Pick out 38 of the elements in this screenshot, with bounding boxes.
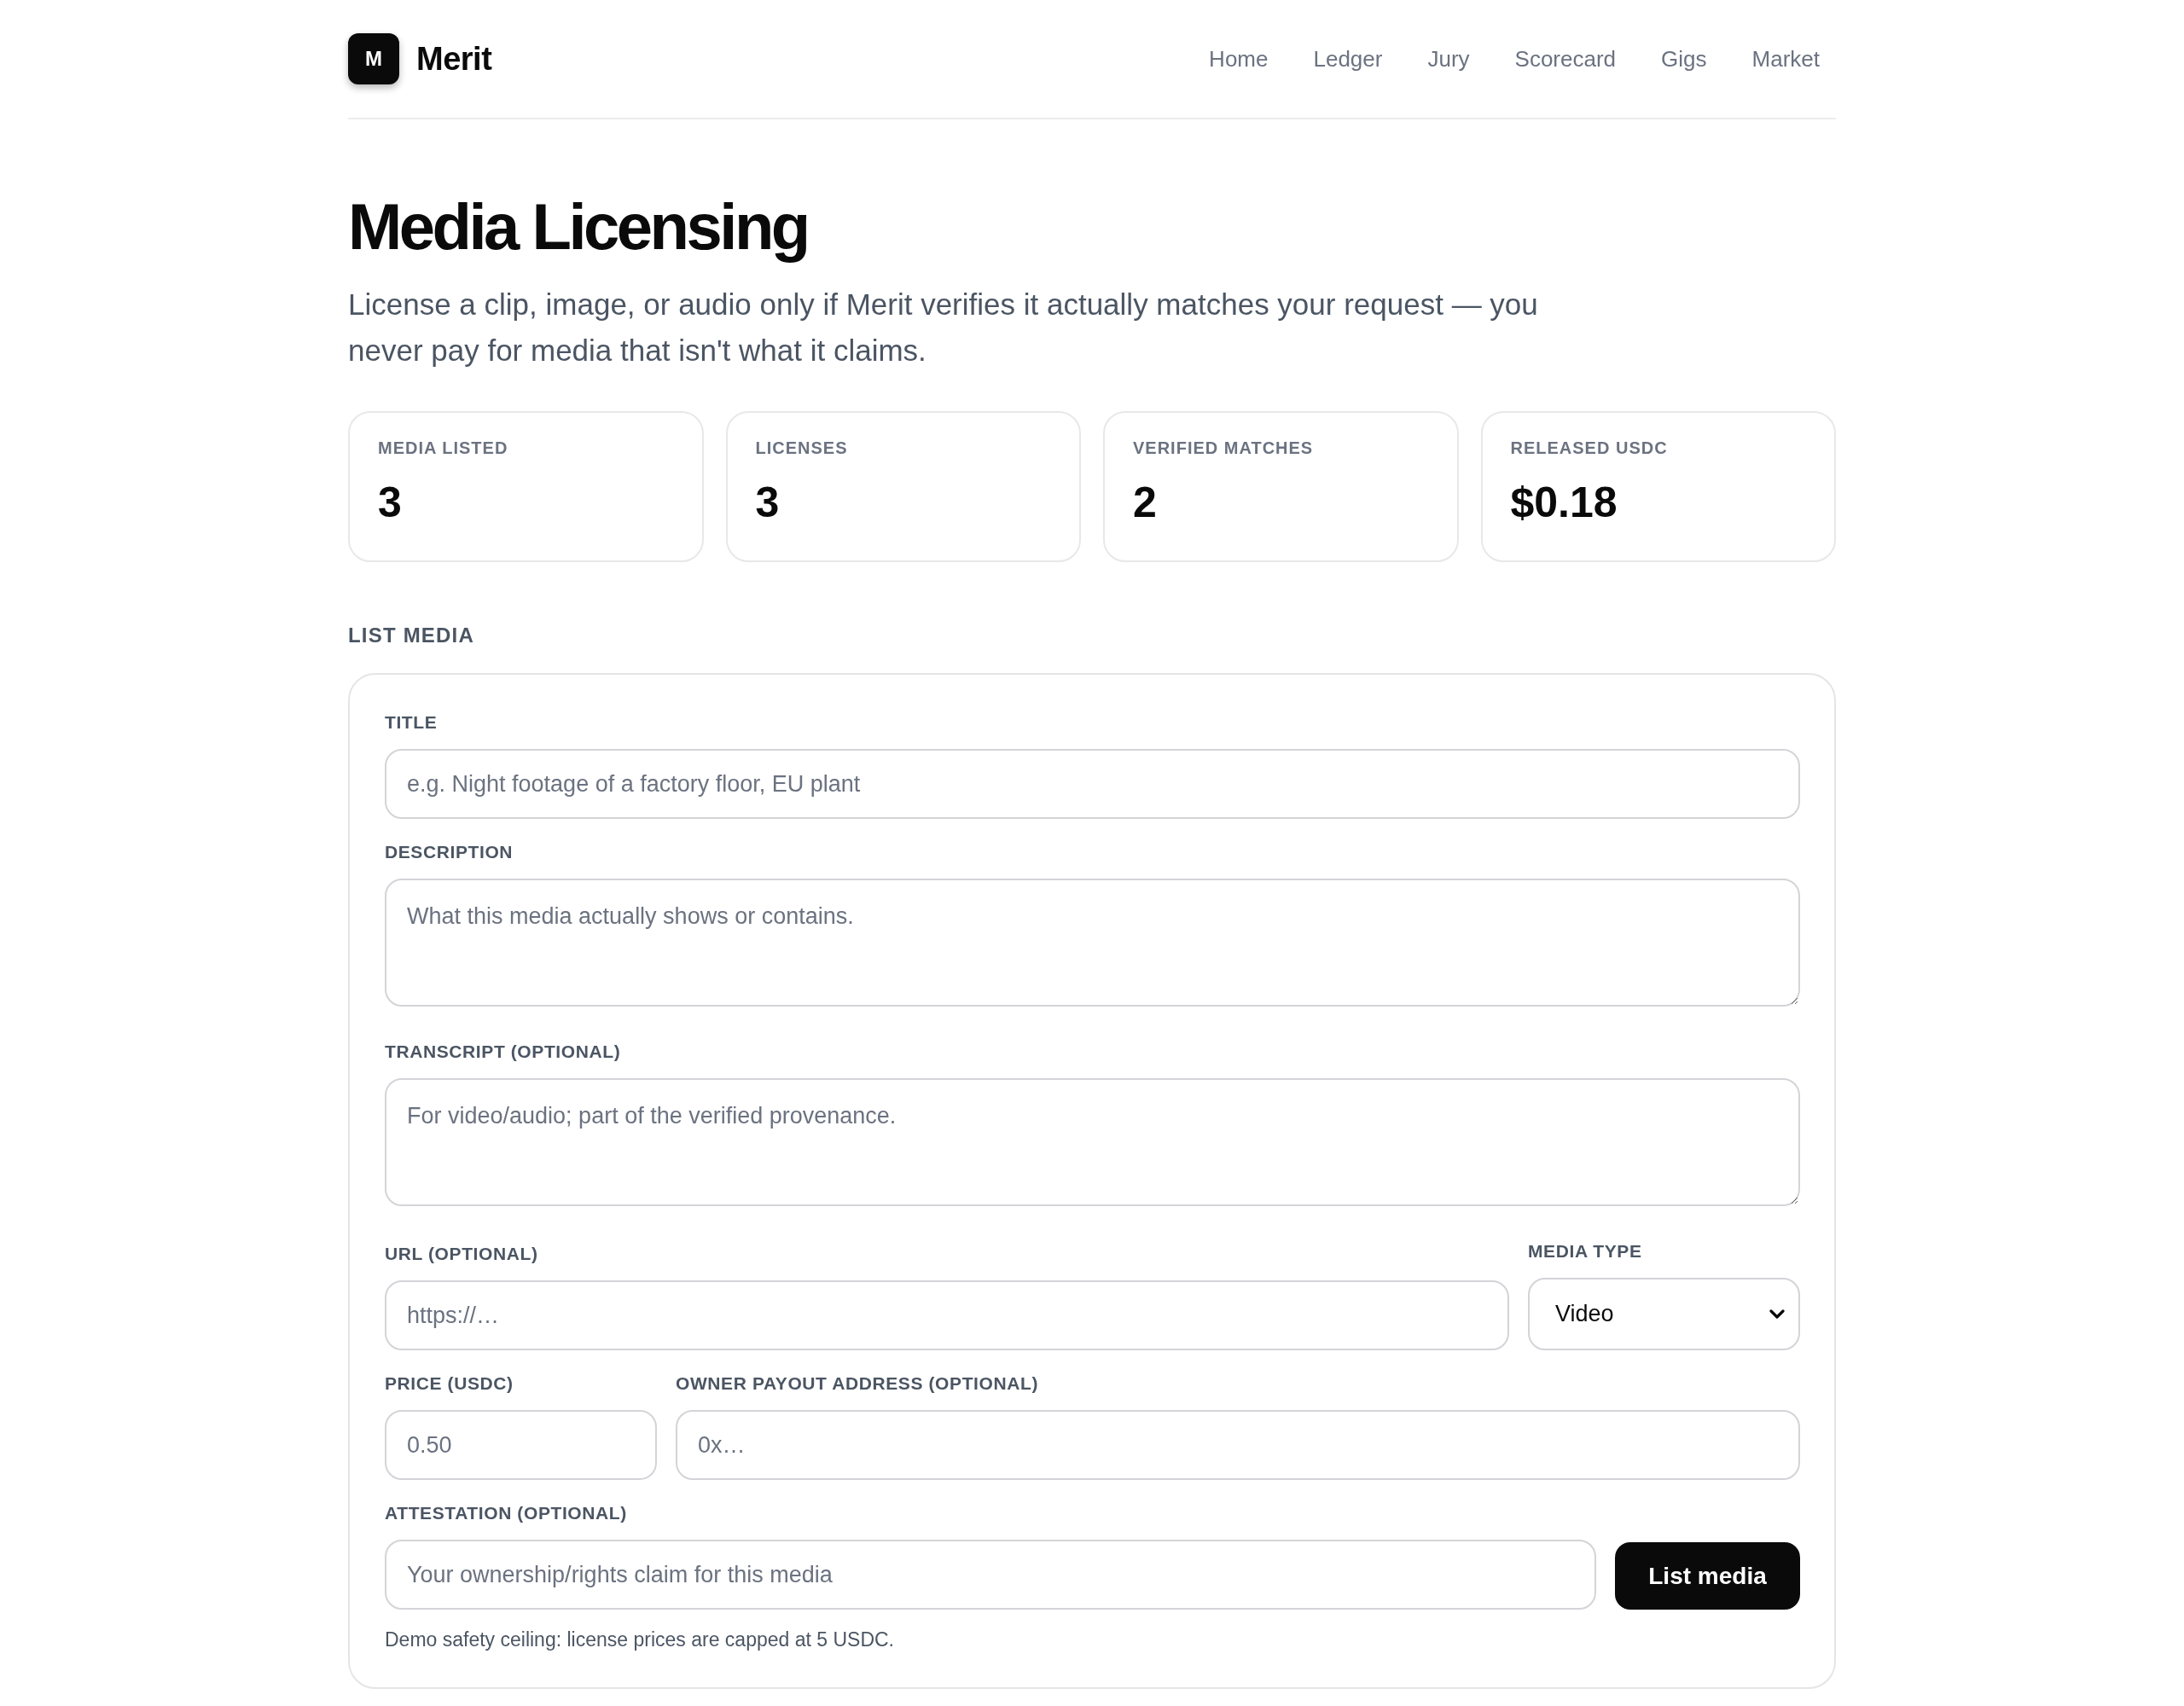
field-label: DESCRIPTION — [385, 841, 514, 863]
field-label: ATTESTATION (OPTIONAL) — [385, 1502, 628, 1524]
input-field[interactable]: Your ownership/rights claim for this media — [385, 1540, 1596, 1610]
dropdown-select[interactable]: Video — [1528, 1278, 1800, 1350]
input-field[interactable]: e.g. Night footage of a factory floor, EU plant — [385, 749, 1800, 819]
stat-label: MEDIA LISTED — [378, 438, 509, 458]
nav-link[interactable]: Jury — [1427, 42, 1470, 76]
stat-label: RELEASED USDC — [1510, 438, 1669, 458]
page-title: Media Licensing — [348, 191, 809, 263]
nav-link[interactable]: Gigs — [1661, 42, 1707, 76]
stat-label: LICENSES — [755, 438, 849, 458]
form-note: Demo safety ceiling: license prices are capped at 5 USDC. — [385, 1628, 895, 1651]
nav-link[interactable]: Market — [1751, 42, 1820, 76]
input-field[interactable]: https://… — [385, 1280, 1509, 1350]
brand-name[interactable]: Merit — [416, 34, 492, 84]
field-label: TRANSCRIPT (OPTIONAL) — [385, 1041, 622, 1063]
stat-value: 3 — [378, 478, 403, 528]
nav-link[interactable]: Home — [1209, 42, 1269, 76]
stat-value: 3 — [755, 478, 781, 528]
brand-logo: M — [348, 33, 399, 84]
chevron-down-icon — [1769, 1309, 1785, 1320]
field-label: PRICE (USDC) — [385, 1372, 514, 1395]
stat-value: $0.18 — [1510, 478, 1618, 528]
text-area[interactable]: For video/audio; part of the verified provenance. — [385, 1078, 1800, 1206]
text-area[interactable]: What this media actually shows or contains. — [385, 879, 1800, 1007]
input-field[interactable]: 0x… — [676, 1410, 1800, 1480]
nav-link[interactable]: Scorecard — [1514, 42, 1617, 76]
nav-link[interactable]: Ledger — [1313, 42, 1383, 76]
submit-button[interactable]: List media — [1615, 1542, 1800, 1610]
page-subtitle: License a clip, image, or audio only if Merit verifies it actually matches your request — you never pay for media that isn't what it claims. — [348, 287, 1539, 368]
field-label: MEDIA TYPE — [1528, 1240, 1643, 1262]
field-label: TITLE — [385, 711, 439, 734]
section-heading: LIST MEDIA — [348, 624, 475, 647]
field-label: OWNER PAYOUT ADDRESS (OPTIONAL) — [676, 1372, 1039, 1395]
number-input[interactable]: 0.50 — [385, 1410, 657, 1480]
field-label: URL (OPTIONAL) — [385, 1243, 539, 1265]
stat-value: 2 — [1133, 478, 1158, 528]
stat-label: VERIFIED MATCHES — [1133, 438, 1315, 458]
